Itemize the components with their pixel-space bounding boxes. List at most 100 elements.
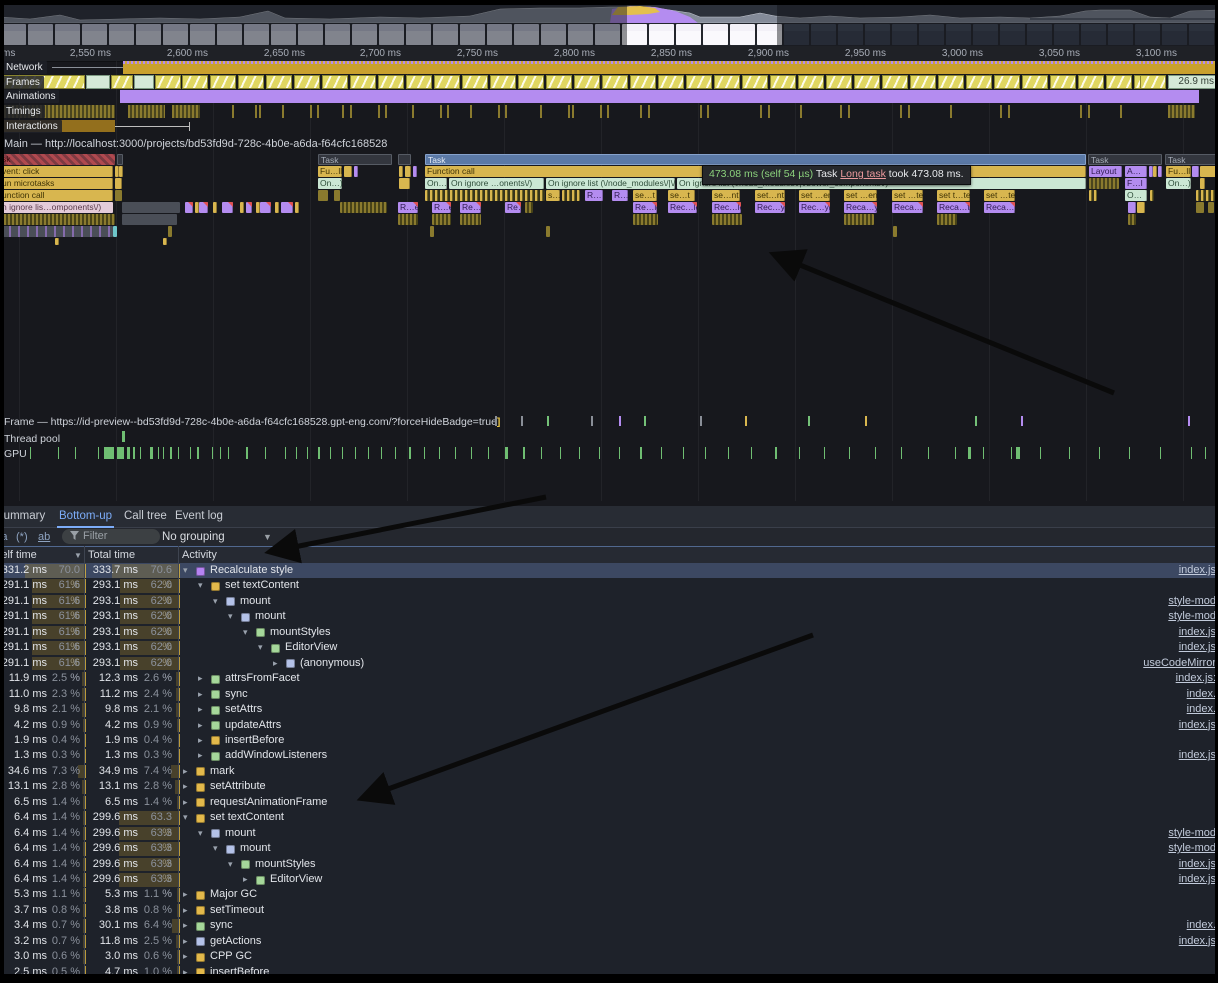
flame-segment[interactable] bbox=[1150, 190, 1154, 201]
collapse-icon[interactable]: ▾ bbox=[213, 594, 218, 609]
source-link[interactable]: index.js bbox=[1179, 625, 1216, 640]
gpu-event-tick[interactable] bbox=[1160, 447, 1161, 459]
source-link[interactable]: style-mod bbox=[1168, 841, 1216, 856]
frame-block[interactable] bbox=[406, 75, 432, 89]
timing-mark[interactable] bbox=[700, 105, 702, 118]
table-row[interactable]: 3.2 ms0.7 %11.8 ms2.5 %▸getActionsindex.… bbox=[0, 934, 1218, 949]
frame-event-tick[interactable] bbox=[547, 416, 549, 426]
source-link[interactable]: index. bbox=[1187, 687, 1216, 702]
tab-bottom-up[interactable]: Bottom-up bbox=[57, 506, 114, 528]
gpu-event-tick[interactable] bbox=[318, 447, 320, 459]
flame-segment[interactable] bbox=[893, 226, 897, 237]
timing-mark[interactable] bbox=[760, 105, 762, 118]
timing-mark[interactable] bbox=[1008, 105, 1010, 118]
flame-segment[interactable]: On ignore list (\/node_modules\/|\/bower… bbox=[546, 178, 675, 189]
frame-block[interactable] bbox=[714, 75, 740, 89]
frame-block[interactable] bbox=[518, 75, 544, 89]
frame-event-tick[interactable] bbox=[700, 416, 702, 426]
flame-segment[interactable] bbox=[633, 214, 658, 225]
tab-event-log[interactable]: Event log bbox=[173, 506, 225, 526]
flame-segment[interactable] bbox=[432, 214, 451, 225]
gpu-event-tick[interactable] bbox=[355, 447, 356, 459]
flame-segment[interactable]: Reca…yle bbox=[844, 202, 877, 213]
gpu-event-tick[interactable] bbox=[368, 447, 369, 459]
expand-icon[interactable]: ▸ bbox=[183, 764, 188, 779]
flame-segment[interactable] bbox=[1208, 202, 1214, 213]
source-link[interactable]: index.js bbox=[1179, 857, 1216, 872]
gpu-event-tick[interactable] bbox=[983, 447, 984, 459]
table-row[interactable]: 1.9 ms0.4 %1.9 ms0.4 %▸insertBefore bbox=[0, 733, 1218, 748]
frame-block[interactable] bbox=[798, 75, 824, 89]
flame-segment[interactable] bbox=[275, 202, 279, 213]
flame-segment[interactable]: Rec…yle bbox=[755, 202, 785, 213]
timing-mark[interactable] bbox=[317, 105, 319, 118]
gpu-event-tick[interactable] bbox=[705, 447, 706, 459]
gpu-event-tick[interactable] bbox=[541, 447, 542, 459]
expand-icon[interactable]: ▸ bbox=[183, 887, 188, 902]
table-row[interactable]: 34.6 ms7.3 %34.9 ms7.4 %▸mark bbox=[0, 764, 1218, 779]
expand-icon[interactable]: ▸ bbox=[273, 656, 278, 671]
flame-segment[interactable]: Reca…yle bbox=[984, 202, 1015, 213]
gpu-event-tick[interactable] bbox=[1191, 447, 1192, 459]
gpu-event-tick[interactable] bbox=[599, 447, 600, 459]
flame-segment[interactable] bbox=[340, 202, 387, 213]
gpu-event-tick[interactable] bbox=[560, 447, 561, 459]
timing-mark[interactable] bbox=[282, 105, 284, 118]
gpu-event-tick[interactable] bbox=[488, 447, 489, 459]
source-link[interactable]: index. bbox=[1187, 702, 1216, 717]
flame-segment[interactable]: set …ent bbox=[799, 190, 830, 201]
flame-segment[interactable] bbox=[122, 214, 177, 225]
frame-block[interactable] bbox=[854, 75, 880, 89]
collapse-icon[interactable]: ▾ bbox=[243, 625, 248, 640]
flame-segment[interactable]: Task bbox=[318, 154, 392, 165]
gpu-event-tick[interactable] bbox=[775, 447, 777, 459]
flame-segment[interactable] bbox=[115, 178, 122, 189]
sort-desc-icon[interactable]: ▼ bbox=[74, 548, 82, 563]
flame-segment[interactable]: On…) bbox=[1166, 178, 1191, 189]
timing-mark[interactable] bbox=[800, 105, 802, 118]
gpu-event-tick[interactable] bbox=[197, 447, 199, 459]
gpu-event-tick[interactable] bbox=[104, 447, 114, 459]
frame-event-tick[interactable] bbox=[619, 416, 621, 426]
table-row[interactable]: 1.3 ms0.3 %1.3 ms0.3 %▸addWindowListener… bbox=[0, 748, 1218, 763]
animations-bar[interactable] bbox=[120, 90, 1199, 103]
frame-event-tick[interactable] bbox=[1188, 416, 1190, 426]
flame-segment[interactable] bbox=[1128, 214, 1136, 225]
expand-icon[interactable]: ▸ bbox=[183, 903, 188, 918]
flame-segment[interactable] bbox=[562, 190, 580, 201]
source-link[interactable]: style-mod bbox=[1168, 594, 1216, 609]
flame-segment[interactable]: Re…le bbox=[505, 202, 521, 213]
timing-mark[interactable] bbox=[540, 105, 542, 118]
table-row[interactable]: 6.4 ms1.4 %299.6 ms63.3 %▸EditorViewinde… bbox=[0, 872, 1218, 887]
flame-segment[interactable]: set…nt bbox=[755, 190, 785, 201]
table-row[interactable]: 6.4 ms1.4 %299.6 ms63.3 %▾mountStylesind… bbox=[0, 857, 1218, 872]
frame-block[interactable] bbox=[1078, 75, 1104, 89]
flame-segment[interactable] bbox=[55, 238, 59, 245]
frame-block[interactable] bbox=[882, 75, 908, 89]
flame-segment[interactable]: Reca…tyle bbox=[937, 202, 970, 213]
gpu-event-tick[interactable] bbox=[968, 447, 971, 459]
gpu-label[interactable]: GPU bbox=[4, 448, 27, 460]
flame-segment[interactable] bbox=[460, 214, 481, 225]
gpu-event-tick[interactable] bbox=[1069, 447, 1070, 459]
flame-segment[interactable] bbox=[425, 190, 545, 201]
flame-segment[interactable] bbox=[399, 178, 410, 189]
gpu-event-tick[interactable] bbox=[1129, 447, 1130, 459]
expand-icon[interactable]: ▸ bbox=[198, 748, 203, 763]
frame-block[interactable] bbox=[994, 75, 1020, 89]
collapse-icon[interactable]: ▾ bbox=[198, 578, 203, 593]
gpu-event-tick[interactable] bbox=[849, 447, 850, 459]
flame-segment[interactable] bbox=[334, 190, 340, 201]
flame-segment[interactable]: Fu…ll bbox=[1166, 166, 1191, 177]
flame-segment[interactable] bbox=[1192, 166, 1199, 177]
gpu-event-tick[interactable] bbox=[928, 447, 929, 459]
frame-event-tick[interactable] bbox=[644, 416, 646, 426]
table-row[interactable]: 3.0 ms0.6 %3.0 ms0.6 %▸CPP GC bbox=[0, 949, 1218, 964]
expand-icon[interactable]: ▸ bbox=[183, 949, 188, 964]
gpu-event-tick[interactable] bbox=[212, 447, 213, 459]
flame-segment[interactable] bbox=[260, 202, 271, 213]
frame-block[interactable] bbox=[742, 75, 768, 89]
timing-mark[interactable] bbox=[908, 105, 910, 118]
gpu-event-tick[interactable] bbox=[381, 447, 382, 459]
network-requests-bar[interactable] bbox=[123, 61, 1218, 74]
